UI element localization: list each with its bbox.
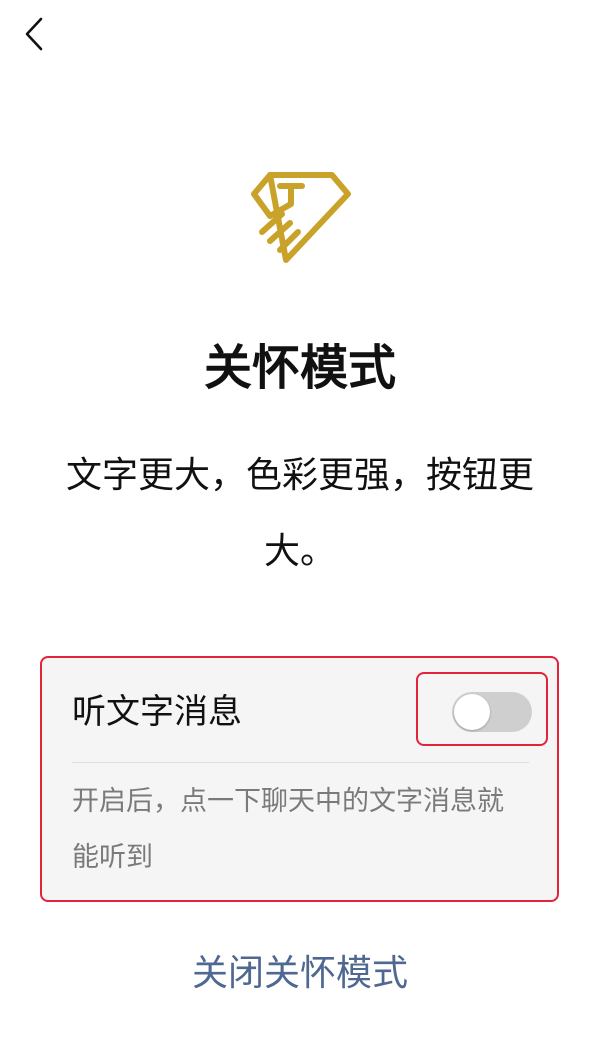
chevron-left-icon <box>25 17 43 51</box>
setting-description: 开启后，点一下聊天中的文字消息就能听到 <box>72 786 504 873</box>
listen-text-message-label: 听文字消息 <box>72 692 242 732</box>
page-description: 文字更大，色彩更强，按钮更大。 <box>65 455 534 572</box>
close-care-mode-link[interactable]: 关闭关怀模式 <box>0 944 600 1004</box>
toggle-knob <box>454 694 490 730</box>
listen-text-message-toggle[interactable] <box>452 692 532 732</box>
toggle-highlight <box>416 672 548 746</box>
divider <box>72 762 529 763</box>
page-title: 关怀模式 <box>203 340 396 396</box>
setting-card: 听文字消息 开启后，点一下聊天中的文字消息就能听到 <box>40 656 559 902</box>
back-button[interactable] <box>14 12 54 56</box>
care-hand-heart-icon <box>251 172 351 263</box>
